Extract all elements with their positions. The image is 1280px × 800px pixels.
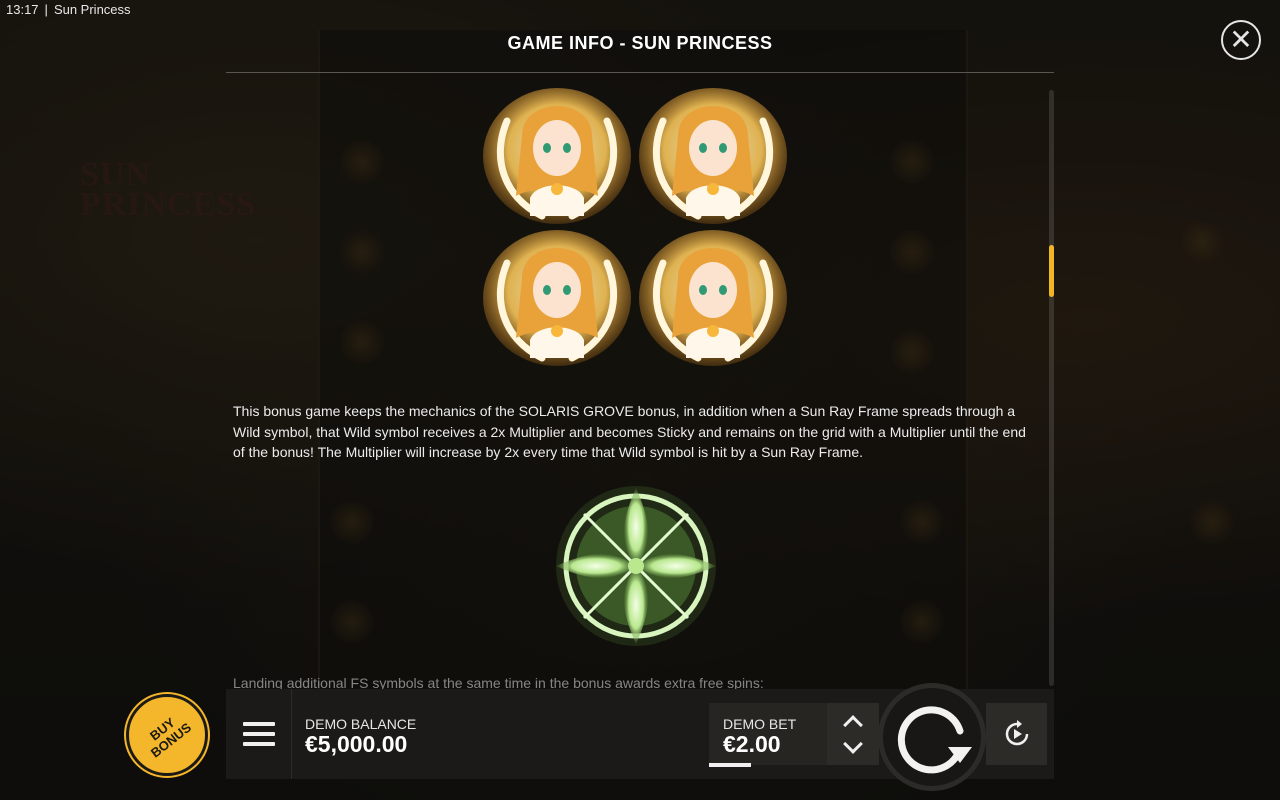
status-time: 13:17 — [6, 2, 39, 17]
title-divider — [226, 72, 1054, 73]
status-separator: | — [44, 2, 48, 17]
close-icon: ✕ — [1229, 24, 1253, 55]
sun-princess-wild-icon — [482, 86, 632, 226]
scrollbar-thumb[interactable] — [1049, 245, 1054, 297]
bet-stepper[interactable] — [827, 703, 879, 765]
sun-princess-wild-icon — [638, 228, 788, 368]
page-title: GAME INFO - SUN PRINCESS — [507, 33, 773, 53]
hamburger-icon — [242, 742, 275, 746]
buy-bonus-label: BUY BONUS — [146, 714, 195, 761]
hamburger-icon — [242, 722, 275, 726]
close-button[interactable]: ✕ — [1221, 20, 1261, 60]
menu-button[interactable] — [226, 689, 292, 779]
balance-value: €5,000.00 — [305, 731, 408, 757]
bet-value: €2.00 — [723, 731, 781, 757]
hamburger-icon — [242, 732, 275, 736]
sun-princess-wild-icon — [482, 228, 632, 368]
buy-bonus-button[interactable]: BUY BONUS — [126, 694, 208, 776]
bet-level-indicator — [709, 763, 751, 767]
autoplay-icon — [1005, 720, 1028, 746]
spin-button[interactable] — [878, 683, 986, 791]
chevron-up-icon[interactable] — [843, 714, 863, 735]
status-bar: 13:17 | Sun Princess — [6, 2, 131, 17]
spin-icon — [897, 706, 972, 774]
scrollbar[interactable] — [1049, 90, 1054, 686]
autoplay-button[interactable] — [986, 703, 1047, 765]
chevron-down-icon[interactable] — [843, 733, 863, 754]
sun-princess-wild-icon — [638, 86, 788, 226]
bet-label: DEMO BET — [723, 716, 797, 732]
balance-label: DEMO BALANCE — [305, 716, 417, 732]
bonus-description: This bonus game keeps the mechanics of t… — [233, 403, 1026, 460]
sun-ray-frame-icon — [552, 484, 720, 648]
status-game-name: Sun Princess — [53, 2, 131, 17]
